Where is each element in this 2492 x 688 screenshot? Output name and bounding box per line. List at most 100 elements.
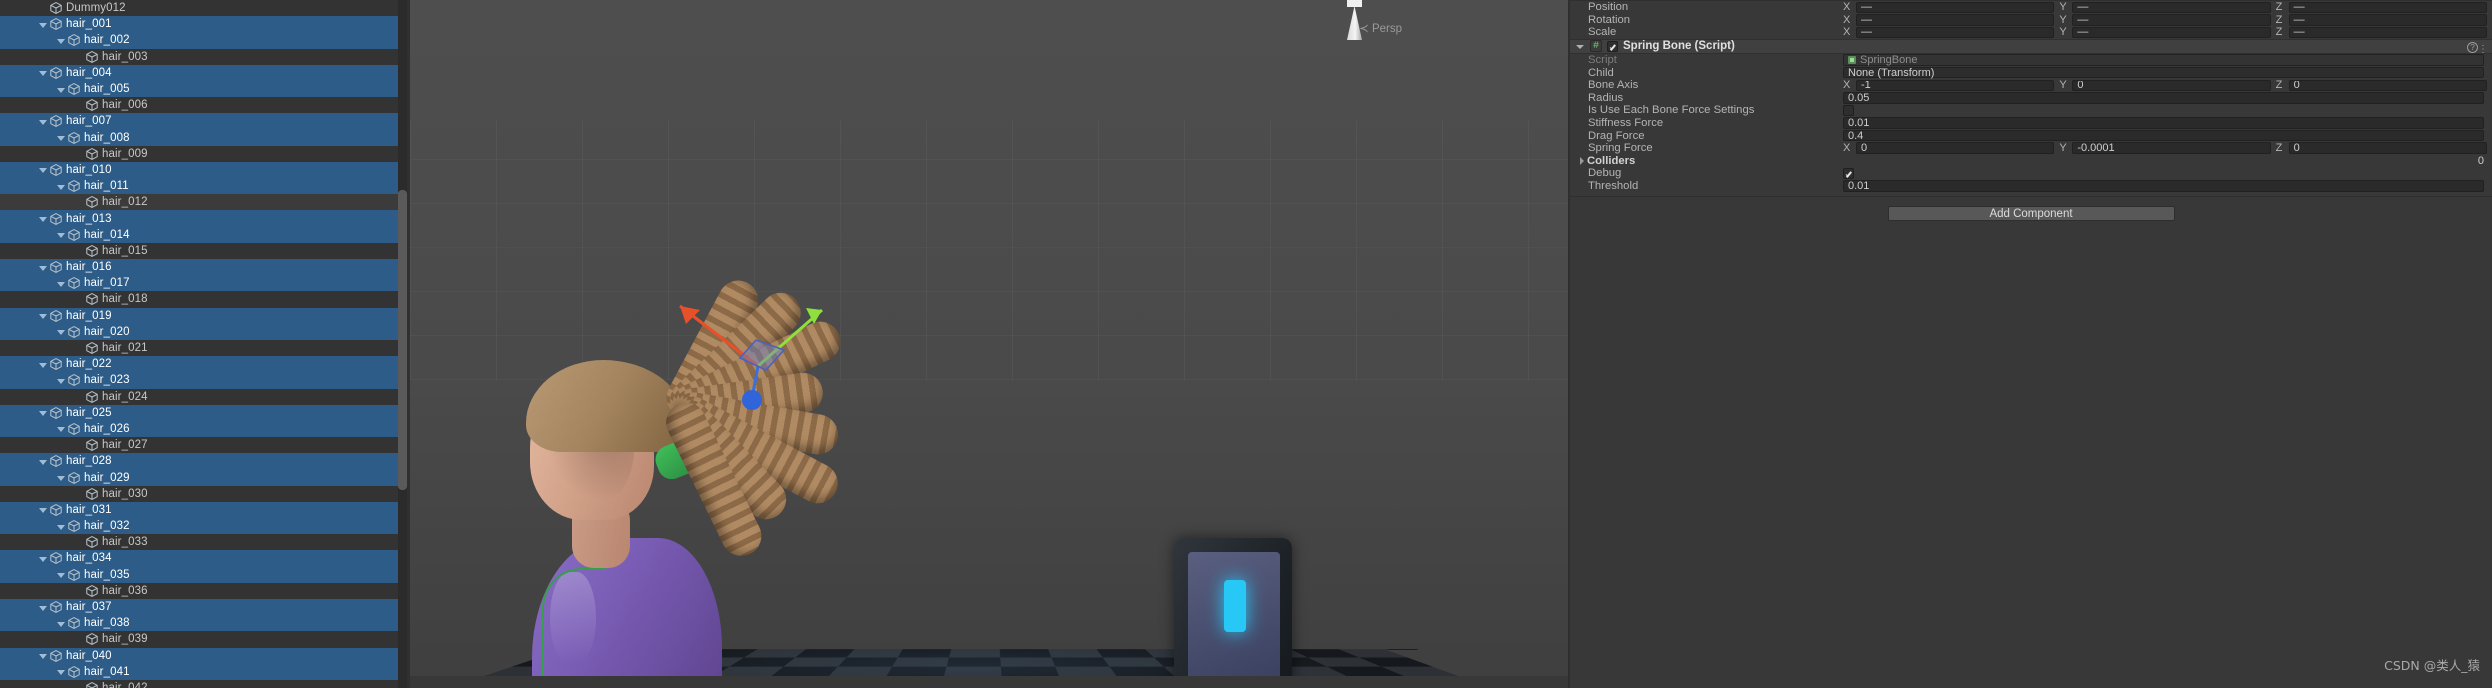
hierarchy-item-hair_002[interactable]: hair_002 [0, 32, 410, 49]
hierarchy-item-hair_032[interactable]: hair_032 [0, 518, 410, 535]
chevron-right-icon[interactable] [1576, 155, 1587, 166]
hierarchy-item-hair_010[interactable]: hair_010 [0, 161, 410, 179]
axis-input-y[interactable]: — [2072, 14, 2271, 26]
hierarchy-item-hair_012[interactable]: hair_012 [0, 194, 410, 211]
chevron-down-icon[interactable] [54, 568, 67, 581]
hierarchy-item-hair_016[interactable]: hair_016 [0, 259, 410, 276]
inspector-panel[interactable]: Position X — Y — Z — Rotation X — Y — Z — Scale X — Y — Z — … [1570, 0, 2492, 688]
hierarchy-item-hair_030[interactable]: hair_030 [0, 485, 410, 502]
hierarchy-item-hair_021[interactable]: hair_021 [0, 339, 410, 357]
axis-y[interactable]: Y -0.0001 [2059, 142, 2275, 154]
number-input[interactable]: 0.4 [1843, 129, 2484, 142]
axis-input-x[interactable]: — [1856, 26, 2055, 39]
vector3-field[interactable]: X — Y — Z — [1843, 1, 2492, 13]
axis-z[interactable]: Z — [2276, 26, 2492, 38]
number-input[interactable]: 0.01 [1843, 117, 2484, 129]
array-size-value[interactable]: 0 [2478, 155, 2484, 167]
axis-input-z[interactable]: 0 [2288, 79, 2487, 92]
axis-y[interactable]: Y — [2059, 14, 2275, 26]
hierarchy-item-hair_007[interactable]: hair_007 [0, 113, 410, 130]
axis-input-y[interactable]: — [2072, 26, 2271, 39]
axis-x[interactable]: X0 [1843, 142, 2059, 154]
hierarchy-item-hair_029[interactable]: hair_029 [0, 469, 410, 486]
chevron-down-icon[interactable] [36, 503, 49, 516]
chevron-down-icon[interactable] [36, 115, 49, 128]
hierarchy-item-hair_041[interactable]: hair_041 [0, 663, 410, 680]
chevron-down-icon[interactable] [36, 18, 49, 31]
chevron-down-icon[interactable] [54, 325, 67, 338]
vector3-field[interactable]: X 0 Y -0.0001 Z 0 [1843, 142, 2492, 154]
hierarchy-item-hair_036[interactable]: hair_036 [0, 582, 410, 599]
hierarchy-item-hair_027[interactable]: hair_027 [0, 437, 410, 454]
chevron-down-icon[interactable] [54, 665, 67, 678]
hierarchy-item-hair_018[interactable]: hair_018 [0, 291, 410, 308]
hierarchy-item-hair_026[interactable]: hair_026 [0, 420, 410, 438]
chevron-down-icon[interactable] [54, 374, 67, 387]
hierarchy-item-hair_031[interactable]: hair_031 [0, 501, 410, 518]
hierarchy-item-hair_006[interactable]: hair_006 [0, 97, 410, 114]
axis-z[interactable]: Z — [2276, 1, 2492, 13]
hierarchy-item-hair_005[interactable]: hair_005 [0, 80, 410, 98]
axis-input-x[interactable]: -1 [1856, 79, 2055, 92]
hierarchy-item-hair_028[interactable]: hair_028 [0, 453, 410, 470]
axis-y[interactable]: Y — [2059, 26, 2275, 38]
hierarchy-item-hair_039[interactable]: hair_039 [0, 631, 410, 648]
hierarchy-item-hair_025[interactable]: hair_025 [0, 404, 410, 421]
move-gizmo[interactable] [616, 266, 916, 526]
chevron-down-icon[interactable] [1574, 41, 1585, 52]
component-enabled-checkbox[interactable] [1607, 40, 1618, 52]
axis-y[interactable]: Y — [2059, 1, 2275, 13]
number-input[interactable]: 0.01 [1843, 180, 2484, 192]
spring-bone-fields[interactable]: Child None (Transform) Bone Axis X -1 Y 0 Z 0 Rad… [1570, 66, 2492, 192]
number-input[interactable]: 0.05 [1843, 92, 2484, 104]
checkbox-is-use-each-bone-force-settings[interactable] [1843, 104, 1854, 116]
hierarchy-item-hair_034[interactable]: hair_034 [0, 550, 410, 567]
chevron-down-icon[interactable] [54, 228, 67, 241]
chevron-down-icon[interactable] [54, 471, 67, 484]
hierarchy-item-hair_014[interactable]: hair_014 [0, 226, 410, 243]
axis-input-y[interactable]: 0 [2072, 79, 2271, 92]
hierarchy-item-hair_013[interactable]: hair_013 [0, 210, 410, 227]
chevron-down-icon[interactable] [54, 277, 67, 290]
axis-input-z[interactable]: — [2288, 1, 2487, 14]
chevron-down-icon[interactable] [36, 66, 49, 79]
chevron-down-icon[interactable] [54, 180, 67, 193]
hierarchy-item-hair_038[interactable]: hair_038 [0, 615, 410, 632]
scene-projection-label[interactable]: ≺ Persp [1359, 21, 1402, 35]
axis-x[interactable]: X — [1843, 14, 2059, 26]
chevron-down-icon[interactable] [36, 649, 49, 662]
hierarchy-item-hair_033[interactable]: hair_033 [0, 534, 410, 551]
hierarchy-item-Dummy012[interactable]: Dummy012 [0, 0, 410, 17]
axis-input-z[interactable]: — [2288, 14, 2487, 26]
axis-z[interactable]: Z0 [2276, 79, 2492, 91]
chevron-down-icon[interactable] [36, 601, 49, 614]
axis-input-x[interactable]: — [1856, 1, 2055, 14]
component-header-spring-bone[interactable]: # Spring Bone (Script) ? ⋮ [1570, 38, 2492, 55]
chevron-down-icon[interactable] [54, 422, 67, 435]
vector3-field[interactable]: X — Y — Z — [1843, 26, 2492, 38]
hierarchy-item-hair_037[interactable]: hair_037 [0, 598, 410, 616]
chevron-down-icon[interactable] [36, 406, 49, 419]
chevron-down-icon[interactable] [36, 455, 49, 468]
axis-input-y[interactable]: -0.0001 [2072, 142, 2271, 154]
hierarchy-item-hair_009[interactable]: hair_009 [0, 145, 410, 162]
axis-input-x[interactable]: — [1856, 14, 2055, 26]
chevron-down-icon[interactable] [36, 309, 49, 322]
add-component-button[interactable]: Add Component [1887, 206, 2175, 222]
axis-input-z[interactable]: — [2288, 26, 2487, 39]
axis-z[interactable]: Z0 [2276, 142, 2492, 154]
axis-y[interactable]: Y0 [2059, 79, 2275, 91]
hierarchy-item-hair_020[interactable]: hair_020 [0, 323, 410, 340]
hierarchy-item-hair_008[interactable]: hair_008 [0, 129, 410, 146]
object-field[interactable]: None (Transform) [1843, 67, 2484, 79]
hierarchy-item-hair_023[interactable]: hair_023 [0, 372, 410, 389]
hierarchy-item-hair_004[interactable]: hair_004 [0, 64, 410, 81]
hierarchy-scrollbar-thumb[interactable] [398, 190, 407, 490]
chevron-down-icon[interactable] [54, 83, 67, 96]
hierarchy-item-hair_042[interactable]: hair_042 [0, 679, 410, 688]
hierarchy-item-hair_035[interactable]: hair_035 [0, 566, 410, 583]
hierarchy-item-hair_001[interactable]: hair_001 [0, 16, 410, 33]
axis-x[interactable]: X — [1843, 1, 2059, 13]
hierarchy-item-hair_019[interactable]: hair_019 [0, 307, 410, 324]
chevron-down-icon[interactable] [36, 163, 49, 176]
